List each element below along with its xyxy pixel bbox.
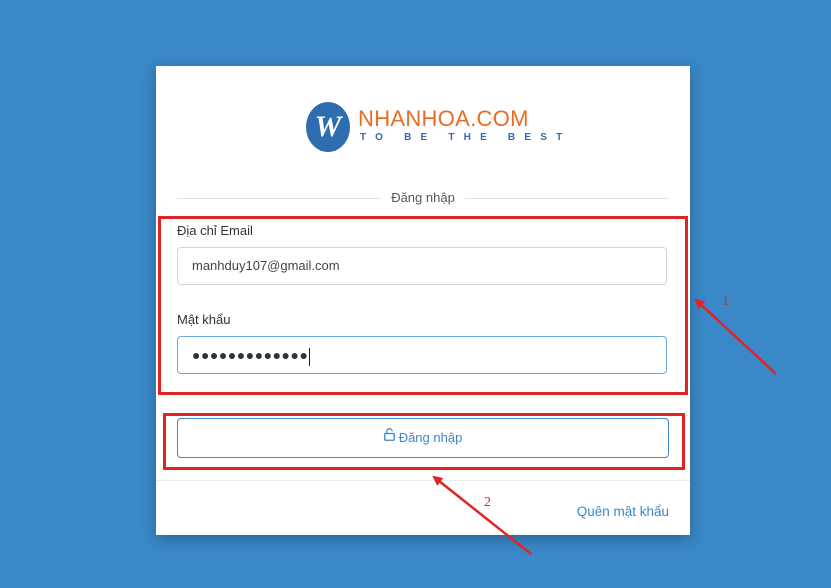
annotation-arrow-1	[694, 298, 777, 375]
annotation-number-1: 1	[722, 294, 729, 309]
annotation-arrow-2	[432, 475, 532, 555]
annotation-arrows	[432, 298, 777, 555]
annotation-number-2: 2	[484, 495, 491, 510]
